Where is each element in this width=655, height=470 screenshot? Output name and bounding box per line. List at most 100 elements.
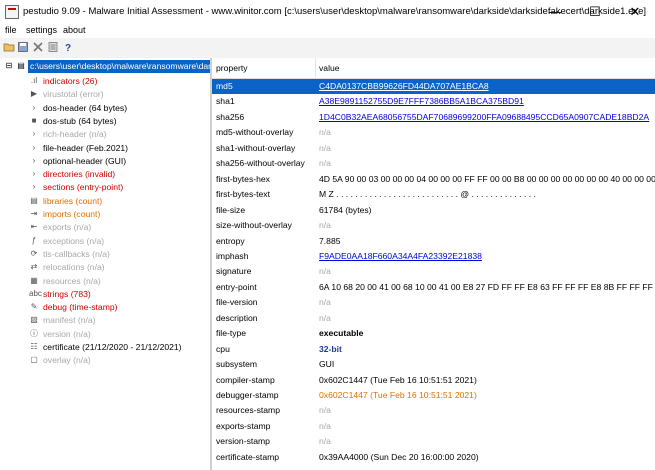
table-row[interactable]: sha256 1D4C0B32AEA68056755DAF70689699200F… xyxy=(212,110,655,125)
table-row[interactable]: file-size 61784 (bytes) xyxy=(212,203,655,218)
value-cell: 0x39AA4000 (Sun Dec 20 16:00:00 2020) xyxy=(319,451,479,462)
property-cell: sha1 xyxy=(216,96,235,107)
minimize-button[interactable]: — xyxy=(535,0,575,24)
property-cell: first-bytes-text xyxy=(216,189,270,200)
collapse-icon[interactable]: ⊟ xyxy=(4,61,14,71)
value-cell: n/a xyxy=(319,127,331,138)
table-row[interactable]: md5-without-overlay n/a xyxy=(212,125,655,140)
table-row[interactable]: debugger-stamp 0x602C1447 (Tue Feb 16 10:… xyxy=(212,388,655,403)
property-cell: entropy xyxy=(216,235,245,246)
table-row[interactable]: size-without-overlay n/a xyxy=(212,218,655,233)
property-cell: first-bytes-hex xyxy=(216,173,270,184)
manifest-icon: ▧ xyxy=(30,315,38,325)
exports-icon: ⇤ xyxy=(30,222,38,232)
table-row[interactable]: resources-stamp n/a xyxy=(212,403,655,418)
chevron-right-icon: › xyxy=(32,102,36,112)
tree-item-label: libraries (count) xyxy=(43,195,103,206)
table-row[interactable]: entropy 7.885 xyxy=(212,234,655,249)
header-property[interactable]: property xyxy=(216,63,248,73)
tree-item-label: debug (time-stamp) xyxy=(43,302,118,313)
tree-item-label: indicators (26) xyxy=(43,76,98,86)
table-row[interactable]: signature n/a xyxy=(212,264,655,279)
column-divider[interactable] xyxy=(315,58,316,78)
chevron-right-icon: › xyxy=(32,142,36,152)
libraries-icon: ▤ xyxy=(30,195,38,205)
property-cell: version-stamp xyxy=(216,436,270,447)
tree-item-label: imports (count) xyxy=(43,209,101,219)
property-cell: signature xyxy=(216,266,252,277)
property-cell: compiler-stamp xyxy=(216,374,275,385)
value-cell[interactable]: F9ADE0AA18F660A34A4FA23392E21838 xyxy=(319,249,482,264)
property-cell: cpu xyxy=(216,343,230,354)
property-cell: size-without-overlay xyxy=(216,220,292,231)
table-row[interactable]: first-bytes-hex 4D 5A 90 00 03 00 00 00 0… xyxy=(212,172,655,187)
chevron-right-icon: › xyxy=(32,182,36,192)
value-cell: n/a xyxy=(319,142,331,153)
table-row[interactable]: sha1-without-overlay n/a xyxy=(212,141,655,156)
tree-item-label: overlay (n/a) xyxy=(43,355,91,366)
value-cell: 61784 (bytes) xyxy=(319,204,372,215)
value-cell: n/a xyxy=(319,266,331,277)
value-cell: 6A 10 68 20 00 41 00 68 10 00 41 00 E8 2… xyxy=(319,281,655,292)
tree-item-label: certificate (21/12/2020 - 21/12/2021) xyxy=(43,342,182,352)
maximize-button[interactable]: ☐ xyxy=(575,0,615,24)
delete-icon[interactable] xyxy=(32,41,44,53)
property-cell: description xyxy=(216,312,258,323)
tree-item-label: dos-header (64 bytes) xyxy=(43,102,128,113)
tree-item-label: directories (invalid) xyxy=(43,169,116,180)
table-row[interactable]: cpu 32-bit xyxy=(212,342,655,357)
tls-callbacks-icon: ⟳ xyxy=(30,248,38,258)
table-row[interactable]: exports-stamp n/a xyxy=(212,419,655,434)
value-cell: 0x602C1447 (Tue Feb 16 10:51:51 2021) xyxy=(319,390,477,400)
tree-pane: ⊟ ▤ c:\users\user\desktop\malware\ransom… xyxy=(0,58,210,470)
table-row[interactable]: first-bytes-text M Z . . . . . . . . . . … xyxy=(212,187,655,202)
chevron-right-icon: › xyxy=(32,155,36,165)
value-cell: n/a xyxy=(319,420,331,431)
table-row[interactable]: description n/a xyxy=(212,311,655,326)
imports-icon: ⇥ xyxy=(30,209,38,218)
tree-item-label: sections (entry-point) xyxy=(43,182,124,193)
table-row[interactable]: version-stamp n/a xyxy=(212,434,655,449)
menu-file[interactable]: file xyxy=(5,25,17,35)
tree-item-label: tls-callbacks (n/a) xyxy=(43,248,110,259)
pestudio-app-icon xyxy=(5,5,19,19)
chevron-right-icon: › xyxy=(32,129,36,139)
property-cell: file-version xyxy=(216,297,258,308)
tree-item-label: optional-header (GUI) xyxy=(43,155,127,166)
value-cell: n/a xyxy=(319,436,331,447)
folder-open-icon[interactable] xyxy=(3,41,15,53)
table-row[interactable]: entry-point 6A 10 68 20 00 41 00 68 10 00… xyxy=(212,280,655,295)
menu-about[interactable]: about xyxy=(63,25,86,35)
header-value[interactable]: value xyxy=(319,63,340,73)
save-icon[interactable] xyxy=(17,41,29,53)
exceptions-icon: ƒ xyxy=(31,235,37,245)
close-button[interactable]: ✕ xyxy=(615,0,655,24)
table-row[interactable]: subsystem GUI xyxy=(212,357,655,372)
table-row[interactable]: file-version n/a xyxy=(212,295,655,310)
menu-settings[interactable]: settings xyxy=(26,25,57,35)
menu-bar: file settings about xyxy=(0,24,655,38)
value-cell: 7.885 xyxy=(319,235,341,246)
property-cell: sha256 xyxy=(216,111,245,122)
value-cell: n/a xyxy=(319,297,331,308)
table-row[interactable]: certificate-stamp 0x39AA4000 (Sun Dec 20 … xyxy=(212,450,655,465)
debug-icon: ✎ xyxy=(30,302,38,312)
overlay-icon: ▢ xyxy=(30,355,38,365)
value-cell[interactable]: 1D4C0B32AEA68056755DAF70689699200FFA0968… xyxy=(319,110,649,125)
value-cell: n/a xyxy=(319,405,331,416)
table-row[interactable]: md5 C4DA0137CBB99626FD44DA707AE1BCA8 xyxy=(212,79,655,94)
console-icon: ■ xyxy=(31,115,37,125)
value-cell[interactable]: A38E9891152755D9E7FFF7386BB5A1BCA375BD91 xyxy=(319,94,524,109)
table-header: property value xyxy=(212,58,655,79)
help-icon[interactable]: ? xyxy=(62,41,74,54)
indicators-icon: .ıl xyxy=(30,76,38,85)
value-cell[interactable]: C4DA0137CBB99626FD44DA707AE1BCA8 xyxy=(319,79,489,94)
list-icon[interactable] xyxy=(47,41,59,53)
table-row[interactable]: sha256-without-overlay n/a xyxy=(212,156,655,171)
table-row[interactable]: sha1 A38E9891152755D9E7FFF7386BB5A1BCA375… xyxy=(212,94,655,109)
table-row[interactable]: file-type executable xyxy=(212,326,655,341)
table-row[interactable]: compiler-stamp 0x602C1447 (Tue Feb 16 10:… xyxy=(212,373,655,388)
value-cell: n/a xyxy=(319,158,331,169)
tree-item-label: manifest (n/a) xyxy=(43,315,96,326)
table-row[interactable]: imphash F9ADE0AA18F660A34A4FA23392E21838 xyxy=(212,249,655,264)
